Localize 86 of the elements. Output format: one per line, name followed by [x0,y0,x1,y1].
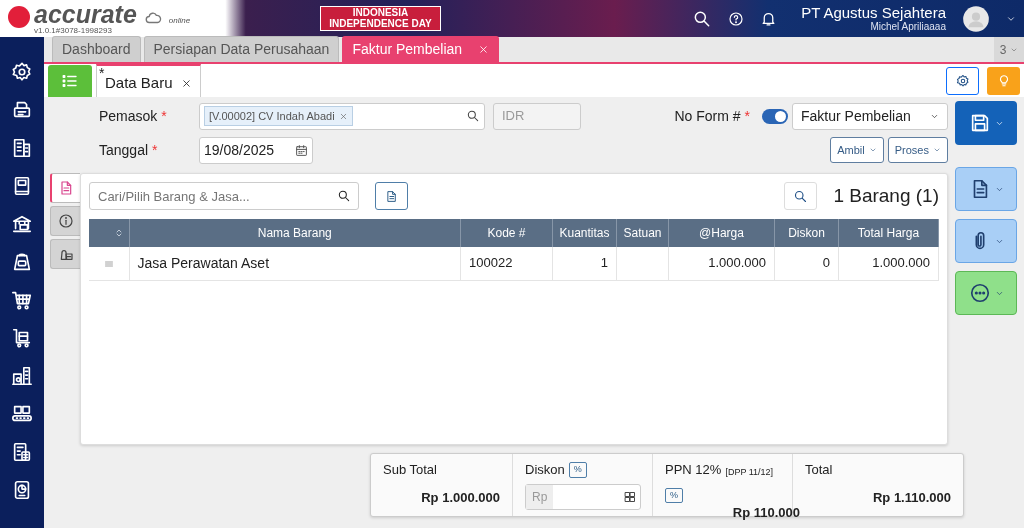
logo-icon [8,6,30,28]
logo-subtitle: online [168,15,191,27]
search-icon[interactable] [466,109,480,123]
settings-icon[interactable] [11,61,33,83]
tab[interactable]: Persiapan Data Perusahaan [143,36,340,62]
settings-icon [955,73,970,88]
summary-label: Total [805,461,834,479]
attachment-button[interactable] [955,219,1017,263]
document-button[interactable] [375,182,408,211]
currency-field: IDR [493,102,581,130]
close-icon[interactable] [180,77,192,89]
chevron-down-icon [933,146,941,154]
cart-box-icon[interactable] [11,327,33,349]
document-button[interactable] [955,167,1017,211]
summary-label: Sub Total [383,461,438,479]
table-cell: 1 [552,246,617,280]
avatar-icon[interactable] [962,4,990,33]
search-button[interactable] [784,182,818,211]
side-tab[interactable] [50,206,80,236]
tab[interactable]: *Data Baru [96,64,201,97]
supplier-field[interactable]: [V.00002] CV Indah Abadi [199,102,485,130]
column-header[interactable]: Kuantitas [552,218,617,247]
percent-toggle[interactable]: % [568,462,587,478]
more-icon [968,282,991,304]
logo-text: accurate [34,2,137,27]
required-mark: * [152,140,158,160]
side-tab[interactable] [50,173,80,203]
supplier-chip[interactable]: [V.00002] CV Indah Abadi [204,105,353,127]
building-icon[interactable] [11,137,33,159]
table-cell: 1.000.000 [668,246,775,280]
search-icon[interactable] [337,189,351,204]
summary-label: PPN 12% [665,461,722,479]
table-cell: 100022 [460,246,553,280]
cart-icon[interactable] [11,289,33,311]
field-label: No Form # [674,106,741,126]
document-icon [58,180,74,196]
modified-marker: * [99,64,105,83]
column-header[interactable]: Diskon [774,218,839,247]
table-cell: 0 [774,246,839,280]
list-icon [61,72,79,90]
calculator-icon[interactable] [624,490,636,503]
column-header[interactable]: Total Harga [838,218,939,247]
toggle-switch[interactable] [762,108,788,124]
table-cell: 1.000.000 [838,246,939,280]
summary-value: Rp 1.000.000 [420,488,500,507]
save-button[interactable] [955,101,1017,145]
tax-note: [DPP 11/12] [725,466,774,479]
banner-title: INDONESIA INDEPENDENCE DAY [320,6,441,31]
tab[interactable]: Faktur Pembelian [342,36,500,62]
dropdown-button[interactable]: Proses [887,136,948,164]
summary-value: Rp 1.110.000 [871,488,951,507]
summary-label: Diskon [525,461,565,479]
document-icon [385,189,398,203]
item-search-field[interactable]: Cari/Pilih Barang & Jasa... [89,182,359,211]
percent-toggle[interactable]: % [665,487,683,503]
company-name[interactable]: PT Agustus Sejahtera [801,5,946,22]
more-button[interactable] [955,271,1017,315]
calendar-icon[interactable] [295,143,308,157]
column-header[interactable]: Satuan [616,218,669,247]
form-type-select[interactable]: Faktur Pembelian [792,102,948,130]
tax-document-icon[interactable] [11,441,33,463]
field-label: Pemasok [99,106,158,126]
side-tab[interactable] [50,239,80,269]
user-name: Michel Apriliaaaa [870,21,946,32]
factory-icon[interactable] [11,365,33,387]
date-field[interactable]: 19/08/2025 [199,136,313,164]
help-icon[interactable] [728,10,745,27]
bank-icon[interactable] [11,213,33,235]
info-icon [57,213,74,229]
currency-prefix: Rp [526,484,554,509]
chevron-down-icon [868,146,877,154]
settings-button[interactable] [946,66,979,95]
column-header[interactable]: @Harga [668,218,775,247]
tab[interactable]: Dashboard [52,36,141,62]
dropdown-button[interactable]: Ambil [830,136,884,164]
item-count: 1 Barang (1) [833,184,939,208]
search-icon [793,188,809,204]
required-mark: * [744,106,750,126]
field-label: Tanggal [99,140,149,160]
column-header[interactable]: Kode # [460,218,553,247]
required-mark: * [161,106,167,126]
version-text: v1.0.1#3078-1998293 [34,27,113,35]
table-cell: Jasa Perawatan Aset [129,246,461,280]
column-header[interactable]: Nama Barang [129,218,461,247]
summary-value: Rp 110.000 [731,504,800,522]
tab-count-dropdown[interactable]: 3 [994,37,1024,62]
